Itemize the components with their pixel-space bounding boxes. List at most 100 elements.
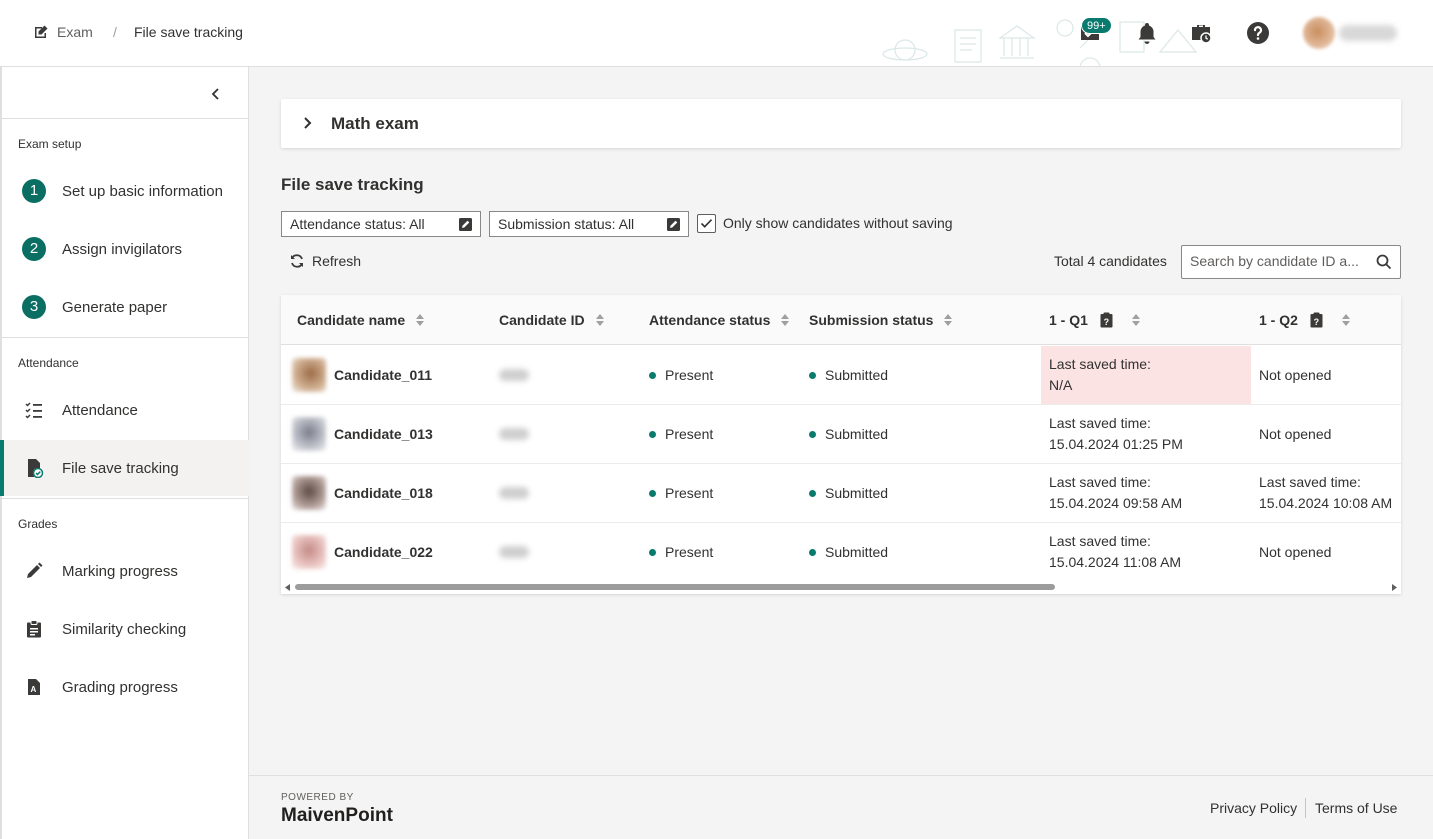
scroll-right-arrow-icon[interactable] — [1391, 584, 1397, 591]
sidebar-item-grading-progress[interactable]: A Grading progress — [2, 659, 249, 715]
q2-label: Last saved time: — [1259, 474, 1361, 490]
column-header-q1[interactable]: 1 - Q1 ? — [1049, 295, 1141, 345]
sidebar-divider — [2, 337, 249, 338]
candidate-name[interactable]: Candidate_011 — [334, 367, 432, 383]
sidebar-item-label: File save tracking — [62, 459, 179, 477]
terms-of-use-link[interactable]: Terms of Use — [1315, 800, 1397, 816]
candidate-id-cell — [499, 523, 529, 581]
footer-divider — [1305, 798, 1306, 818]
chevron-right-icon[interactable] — [301, 116, 315, 130]
status-dot — [649, 548, 656, 556]
status-dot — [809, 371, 816, 379]
sidebar-item-label: Attendance — [62, 401, 138, 419]
breadcrumb-exam-label: Exam — [57, 24, 93, 40]
user-name-blurred[interactable] — [1339, 25, 1397, 41]
refresh-button[interactable]: Refresh — [289, 253, 361, 269]
candidate-search-input[interactable] — [1190, 253, 1368, 269]
exam-edit-icon — [35, 25, 48, 38]
sidebar-item-marking-progress[interactable]: Marking progress — [2, 543, 249, 599]
sidebar-item-similarity-checking[interactable]: Similarity checking — [2, 601, 249, 657]
submission-status: Submitted — [825, 367, 889, 383]
sidebar-section-attendance: Attendance — [18, 356, 79, 370]
sort-icon[interactable] — [415, 312, 425, 328]
candidate-name[interactable]: Candidate_022 — [334, 544, 433, 560]
table-horizontal-scrollbar[interactable] — [281, 581, 1401, 593]
q2-cell: Not opened — [1259, 346, 1331, 404]
q2-value: 15.04.2024 10:08 AM — [1259, 495, 1393, 511]
step-2-icon: 2 — [22, 237, 46, 261]
scroll-left-arrow-icon[interactable] — [285, 584, 291, 591]
candidate-name[interactable]: Candidate_013 — [334, 426, 433, 442]
question-clipboard-icon[interactable]: ? — [1310, 312, 1323, 328]
sort-icon[interactable] — [780, 312, 790, 328]
candidate-name-cell: Candidate_022 — [292, 523, 433, 581]
column-header-label: Attendance status — [649, 312, 771, 328]
column-header-label: Candidate ID — [499, 312, 585, 328]
search-icon[interactable] — [1376, 254, 1392, 270]
page-title: File save tracking — [281, 175, 424, 194]
sidebar: Exam setup 1 Set up basic information 2 … — [0, 67, 249, 839]
submission-status: Submitted — [825, 485, 889, 501]
candidate-avatar — [292, 476, 326, 510]
sidebar-item-set-up-basic-information[interactable]: 1 Set up basic information — [2, 163, 249, 219]
q2-cell: Not opened — [1259, 523, 1331, 581]
column-header-candidate-id[interactable]: Candidate ID — [499, 295, 605, 345]
submission-status-filter[interactable]: Submission status: All — [489, 211, 689, 237]
candidate-name-cell: Candidate_011 — [292, 346, 432, 404]
column-header-attendance-status[interactable]: Attendance status — [649, 295, 790, 345]
privacy-policy-link[interactable]: Privacy Policy — [1210, 800, 1297, 816]
table-row[interactable]: Candidate_022 Present Submitted Last sav… — [281, 523, 1401, 582]
collapse-sidebar-icon[interactable] — [207, 85, 225, 103]
checkmark-icon — [700, 219, 713, 228]
user-avatar[interactable] — [1303, 17, 1335, 49]
attendance-status: Present — [665, 544, 714, 560]
sort-icon[interactable] — [943, 312, 953, 328]
q2-label: Not opened — [1259, 543, 1332, 560]
exam-collapse-card[interactable]: Math exam — [281, 99, 1401, 148]
edit-icon — [459, 218, 472, 231]
briefcase-clock-icon[interactable] — [1189, 21, 1213, 45]
sort-icon[interactable] — [595, 312, 605, 328]
question-clipboard-icon[interactable]: ? — [1100, 312, 1113, 328]
brand-logo: MaivenPoint — [281, 805, 393, 826]
candidate-id-blurred — [499, 369, 529, 381]
exam-title: Math exam — [331, 114, 419, 133]
attendance-status: Present — [665, 426, 714, 442]
q1-value: 15.04.2024 09:58 AM — [1049, 495, 1183, 511]
sort-icon[interactable] — [1131, 312, 1141, 328]
help-icon[interactable] — [1246, 21, 1270, 45]
q1-label: Last saved time: — [1049, 533, 1151, 549]
attendance-status-filter[interactable]: Attendance status: All — [281, 211, 481, 237]
sidebar-item-generate-paper[interactable]: 3 Generate paper — [2, 279, 249, 335]
breadcrumb-exam[interactable]: Exam — [33, 24, 93, 40]
status-dot — [649, 430, 656, 438]
table-row[interactable]: Candidate_013 Present Submitted Last sav… — [281, 405, 1401, 464]
candidates-table: Candidate name Candidate ID Attendance s… — [281, 295, 1401, 594]
column-header-label: Candidate name — [297, 312, 406, 328]
q1-value: 15.04.2024 11:08 AM — [1049, 554, 1182, 570]
bell-icon[interactable] — [1135, 21, 1159, 45]
only-without-saving-label: Only show candidates without saving — [723, 215, 953, 231]
sidebar-divider — [2, 498, 249, 499]
checklist-icon — [22, 398, 46, 422]
sidebar-item-assign-invigilators[interactable]: 2 Assign invigilators — [2, 221, 249, 277]
scrollbar-thumb[interactable] — [295, 584, 1055, 590]
column-header-submission-status[interactable]: Submission status — [809, 295, 953, 345]
sort-icon[interactable] — [1341, 312, 1351, 328]
footer: POWERED BY MaivenPoint Privacy Policy Te… — [249, 775, 1433, 839]
candidate-id-blurred — [499, 546, 529, 558]
only-without-saving-checkbox[interactable] — [697, 214, 716, 233]
candidate-search-box[interactable] — [1181, 245, 1401, 279]
candidate-id-cell — [499, 405, 529, 463]
table-row[interactable]: Candidate_011 Present Submitted Last sav… — [281, 346, 1401, 405]
column-header-candidate-name[interactable]: Candidate name — [297, 295, 425, 345]
status-dot — [649, 371, 656, 379]
candidate-name[interactable]: Candidate_018 — [334, 485, 433, 501]
column-header-q2[interactable]: 1 - Q2 ? — [1259, 295, 1351, 345]
sidebar-item-attendance[interactable]: Attendance — [2, 382, 249, 438]
table-row[interactable]: Candidate_018 Present Submitted Last sav… — [281, 464, 1401, 523]
total-candidates: Total 4 candidates — [1054, 253, 1167, 269]
candidate-avatar — [292, 358, 326, 392]
sidebar-item-file-save-tracking[interactable]: File save tracking — [0, 440, 249, 496]
sidebar-item-label: Set up basic information — [62, 182, 223, 200]
